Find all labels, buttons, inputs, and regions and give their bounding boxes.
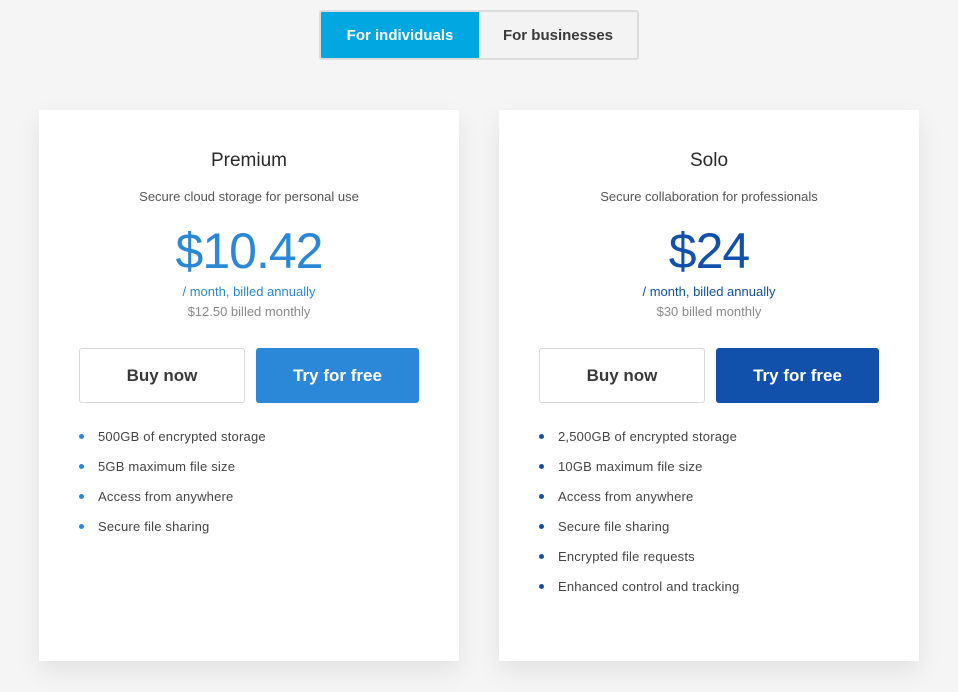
feature-text: 5GB maximum file size [98,459,236,474]
bullet-icon [539,464,544,469]
feature-item: Secure file sharing [79,518,266,548]
buy-now-button[interactable]: Buy now [79,348,245,403]
try-for-free-button[interactable]: Try for free [716,348,879,403]
bullet-icon [79,494,84,499]
feature-text: Secure file sharing [558,519,670,534]
bullet-icon [539,554,544,559]
for-businesses-tab[interactable]: For businesses [479,12,637,58]
bullet-icon [539,494,544,499]
bullet-icon [79,434,84,439]
feature-text: 10GB maximum file size [558,459,703,474]
plan-price: $10.42 [175,223,324,279]
plan-description: Secure collaboration for professionals [600,189,818,204]
plan-description: Secure cloud storage for personal use [139,189,359,204]
feature-text: Access from anywhere [98,489,234,504]
bullet-icon [539,524,544,529]
plan-name: Premium [210,150,287,171]
billing-period: / month, billed annually [182,284,316,299]
plan-price: $24 [668,223,750,279]
feature-item: Encrypted file requests [539,548,739,578]
feature-item: Access from anywhere [539,488,739,518]
try-for-free-button[interactable]: Try for free [256,348,419,403]
audience-toggle: For individuals For businesses [319,10,639,60]
feature-list: 2,500GB of encrypted storage 10GB maximu… [539,428,739,608]
feature-text: Encrypted file requests [558,549,695,564]
feature-item: Secure file sharing [539,518,739,548]
feature-item: 500GB of encrypted storage [79,428,266,458]
for-individuals-tab[interactable]: For individuals [321,12,479,58]
bullet-icon [539,434,544,439]
feature-item: 2,500GB of encrypted storage [539,428,739,458]
buy-now-button[interactable]: Buy now [539,348,705,403]
feature-text: Access from anywhere [558,489,694,504]
plan-card-premium: Premium Secure cloud storage for persona… [39,110,459,661]
feature-item: 10GB maximum file size [539,458,739,488]
feature-text: 2,500GB of encrypted storage [558,429,738,444]
feature-list: 500GB of encrypted storage 5GB maximum f… [79,428,266,548]
bullet-icon [79,524,84,529]
feature-item: Access from anywhere [79,488,266,518]
monthly-price-note: $30 billed monthly [656,304,762,319]
billing-period: / month, billed annually [642,284,776,299]
plan-card-solo: Solo Secure collaboration for profession… [499,110,919,661]
feature-item: Enhanced control and tracking [539,578,739,608]
bullet-icon [79,464,84,469]
feature-item: 5GB maximum file size [79,458,266,488]
feature-text: 500GB of encrypted storage [98,429,266,444]
plan-name: Solo [689,150,729,171]
pricing-page: For individuals For businesses Premium S… [0,0,958,692]
feature-text: Enhanced control and tracking [558,579,740,594]
bullet-icon [539,584,544,589]
monthly-price-note: $12.50 billed monthly [187,304,311,319]
feature-text: Secure file sharing [98,519,210,534]
